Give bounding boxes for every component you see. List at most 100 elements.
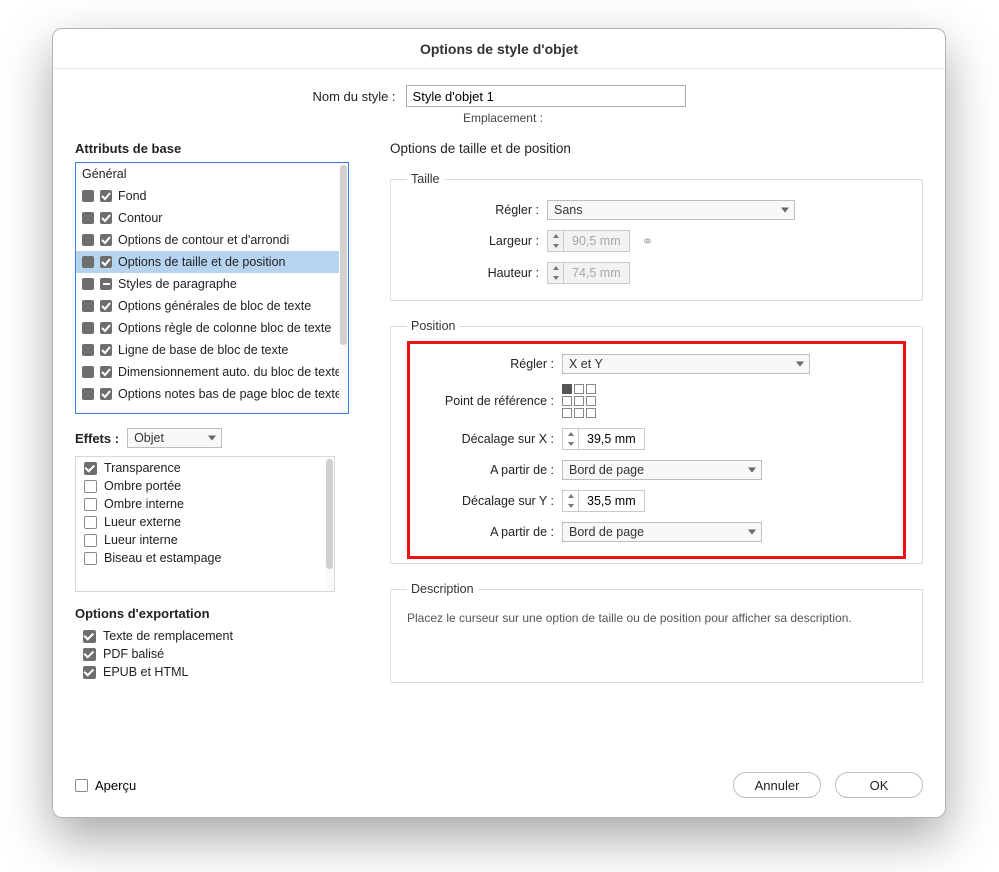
attr-item-general[interactable]: Général — [76, 163, 348, 185]
check-icon — [100, 300, 112, 312]
position-adjust-value: X et Y — [569, 357, 603, 371]
effects-scrollbar[interactable] — [325, 457, 334, 591]
description-group: Description Placez le curseur sur une op… — [390, 582, 923, 683]
export-label: PDF balisé — [103, 647, 164, 661]
checkbox-icon[interactable] — [84, 480, 97, 493]
attr-item-contour-arrondi[interactable]: Options de contour et d'arrondi — [76, 229, 348, 251]
offset-x-value[interactable]: 39,5 mm — [579, 432, 644, 446]
effect-lueur-interne[interactable]: Lueur interne — [76, 531, 334, 549]
from-y-select[interactable]: Bord de page — [562, 522, 762, 542]
attr-item-dim-auto[interactable]: Dimensionnement auto. du bloc de texte — [76, 361, 348, 383]
from-x-value: Bord de page — [569, 463, 644, 477]
from-y-value: Bord de page — [569, 525, 644, 539]
scroll-thumb[interactable] — [326, 459, 333, 569]
checkbox-icon[interactable] — [84, 498, 97, 511]
description-legend: Description — [407, 582, 478, 596]
attr-item-contour[interactable]: Contour — [76, 207, 348, 229]
spinner-buttons[interactable] — [563, 491, 579, 511]
from-y-label: A partir de : — [422, 525, 562, 539]
spinner-buttons — [548, 231, 564, 251]
description-text: Placez le curseur sur une option de tail… — [407, 610, 906, 626]
spinner-buttons — [548, 263, 564, 283]
offset-x-spinner[interactable]: 39,5 mm — [562, 428, 645, 450]
effect-label: Ombre interne — [104, 497, 184, 511]
height-value: 74,5 mm — [564, 266, 629, 280]
height-label: Hauteur : — [407, 266, 547, 280]
checkbox-icon[interactable] — [84, 552, 97, 565]
spinner-buttons[interactable] — [563, 429, 579, 449]
attr-item-options-generales[interactable]: Options générales de bloc de texte — [76, 295, 348, 317]
effect-label: Lueur interne — [104, 533, 178, 547]
attr-item-notes-bas[interactable]: Options notes bas de page bloc de texte — [76, 383, 348, 405]
checkbox-icon[interactable] — [83, 630, 96, 643]
export-label: EPUB et HTML — [103, 665, 188, 679]
check-icon — [100, 234, 112, 246]
height-spinner: 74,5 mm — [547, 262, 630, 284]
preview-checkbox[interactable] — [75, 779, 88, 792]
style-name-input[interactable] — [406, 85, 686, 107]
export-alt-text[interactable]: Texte de remplacement — [75, 627, 335, 645]
ok-button[interactable]: OK — [835, 772, 923, 798]
attr-item-label: Options de contour et d'arrondi — [118, 233, 289, 247]
dash-icon — [100, 278, 112, 290]
effect-ombre-portee[interactable]: Ombre portée — [76, 477, 334, 495]
offset-y-value[interactable]: 35,5 mm — [579, 494, 644, 508]
checkbox-icon[interactable] — [84, 534, 97, 547]
effects-list: Transparence Ombre portée Ombre interne … — [75, 456, 335, 592]
attr-item-label: Options générales de bloc de texte — [118, 299, 311, 313]
reference-point-proxy[interactable] — [562, 384, 596, 418]
attributes-scrollbar[interactable] — [339, 163, 348, 413]
position-group: Position Régler : X et Y Point de référe… — [390, 319, 923, 564]
effect-label: Ombre portée — [104, 479, 181, 493]
attr-item-ligne-base[interactable]: Ligne de base de bloc de texte — [76, 339, 348, 361]
check-icon — [100, 256, 112, 268]
offset-y-spinner[interactable]: 35,5 mm — [562, 490, 645, 512]
attr-item-regle-colonne[interactable]: Options règle de colonne bloc de texte — [76, 317, 348, 339]
style-name-row: Nom du style : — [75, 85, 923, 107]
position-adjust-label: Régler : — [422, 357, 562, 371]
from-x-select[interactable]: Bord de page — [562, 460, 762, 480]
cancel-button[interactable]: Annuler — [733, 772, 821, 798]
effect-lueur-externe[interactable]: Lueur externe — [76, 513, 334, 531]
effect-ombre-interne[interactable]: Ombre interne — [76, 495, 334, 513]
highlight-annotation: Régler : X et Y Point de référence : — [407, 341, 906, 559]
attr-item-label: Options règle de colonne bloc de texte — [118, 321, 331, 335]
size-legend: Taille — [407, 172, 444, 186]
check-icon — [100, 322, 112, 334]
preview-label: Aperçu — [95, 778, 136, 793]
checkbox-icon[interactable] — [84, 516, 97, 529]
export-epub-html[interactable]: EPUB et HTML — [75, 663, 335, 681]
effect-label: Biseau et estampage — [104, 551, 221, 565]
dialog-title-text: Options de style d'objet — [420, 41, 578, 57]
size-adjust-select[interactable]: Sans — [547, 200, 795, 220]
checkbox-icon[interactable] — [83, 648, 96, 661]
style-name-label: Nom du style : — [312, 89, 395, 104]
attr-item-label: Styles de paragraphe — [118, 277, 237, 291]
basic-attributes-title: Attributs de base — [75, 141, 360, 156]
export-options-title: Options d'exportation — [75, 606, 360, 621]
effects-label: Effets : — [75, 431, 119, 446]
refpoint-label: Point de référence : — [422, 394, 562, 408]
effect-transparence[interactable]: Transparence — [76, 459, 334, 477]
checkbox-icon[interactable] — [83, 666, 96, 679]
effects-target-select[interactable]: Objet — [127, 428, 222, 448]
attr-item-fond[interactable]: Fond — [76, 185, 348, 207]
attr-item-label: Contour — [118, 211, 162, 225]
panel-title: Options de taille et de position — [390, 141, 923, 156]
position-adjust-select[interactable]: X et Y — [562, 354, 810, 374]
scroll-thumb[interactable] — [340, 165, 347, 345]
attr-item-label: Dimensionnement auto. du bloc de texte — [118, 365, 342, 379]
checkbox-icon[interactable] — [84, 462, 97, 475]
basic-attributes-list[interactable]: Général Fond Contour Options de contour … — [75, 162, 349, 414]
dialog-footer: Aperçu Annuler OK — [53, 753, 945, 817]
object-style-options-dialog: Options de style d'objet Nom du style : … — [52, 28, 946, 818]
attr-item-label: Options de taille et de position — [118, 255, 285, 269]
effect-label: Lueur externe — [104, 515, 181, 529]
offset-x-label: Décalage sur X : — [422, 432, 562, 446]
export-pdf-balise[interactable]: PDF balisé — [75, 645, 335, 663]
position-legend: Position — [407, 319, 459, 333]
attr-item-styles-paragraphe[interactable]: Styles de paragraphe — [76, 273, 348, 295]
attr-item-label: Ligne de base de bloc de texte — [118, 343, 288, 357]
effect-biseau[interactable]: Biseau et estampage — [76, 549, 334, 567]
attr-item-taille-position[interactable]: Options de taille et de position — [76, 251, 348, 273]
